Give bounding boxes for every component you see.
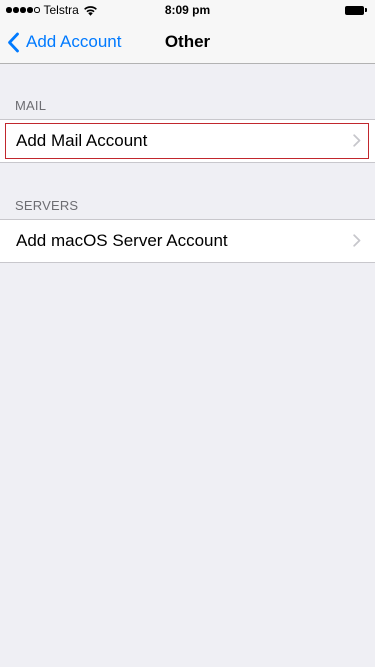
back-button[interactable]: Add Account	[7, 20, 121, 64]
chevron-right-icon	[353, 234, 361, 247]
battery-icon	[345, 5, 367, 15]
chevron-right-icon	[353, 134, 361, 147]
add-mail-account-label: Add Mail Account	[16, 131, 148, 150]
navigation-bar: Add Account Other	[0, 20, 375, 64]
status-bar: Telstra 8:09 pm	[0, 0, 375, 20]
battery-tip	[365, 8, 367, 12]
section-header-mail: MAIL	[15, 98, 47, 113]
status-time: 8:09 pm	[164, 3, 211, 17]
section-header-servers: SERVERS	[15, 198, 79, 213]
back-button-label: Add Account	[26, 32, 122, 51]
add-mail-account-row[interactable]: Add Mail Account	[0, 119, 375, 163]
battery-body	[345, 5, 364, 15]
add-macos-server-account-label: Add macOS Server Account	[16, 231, 228, 250]
add-macos-server-account-row[interactable]: Add macOS Server Account	[0, 219, 375, 263]
chevron-left-icon	[8, 32, 19, 52]
